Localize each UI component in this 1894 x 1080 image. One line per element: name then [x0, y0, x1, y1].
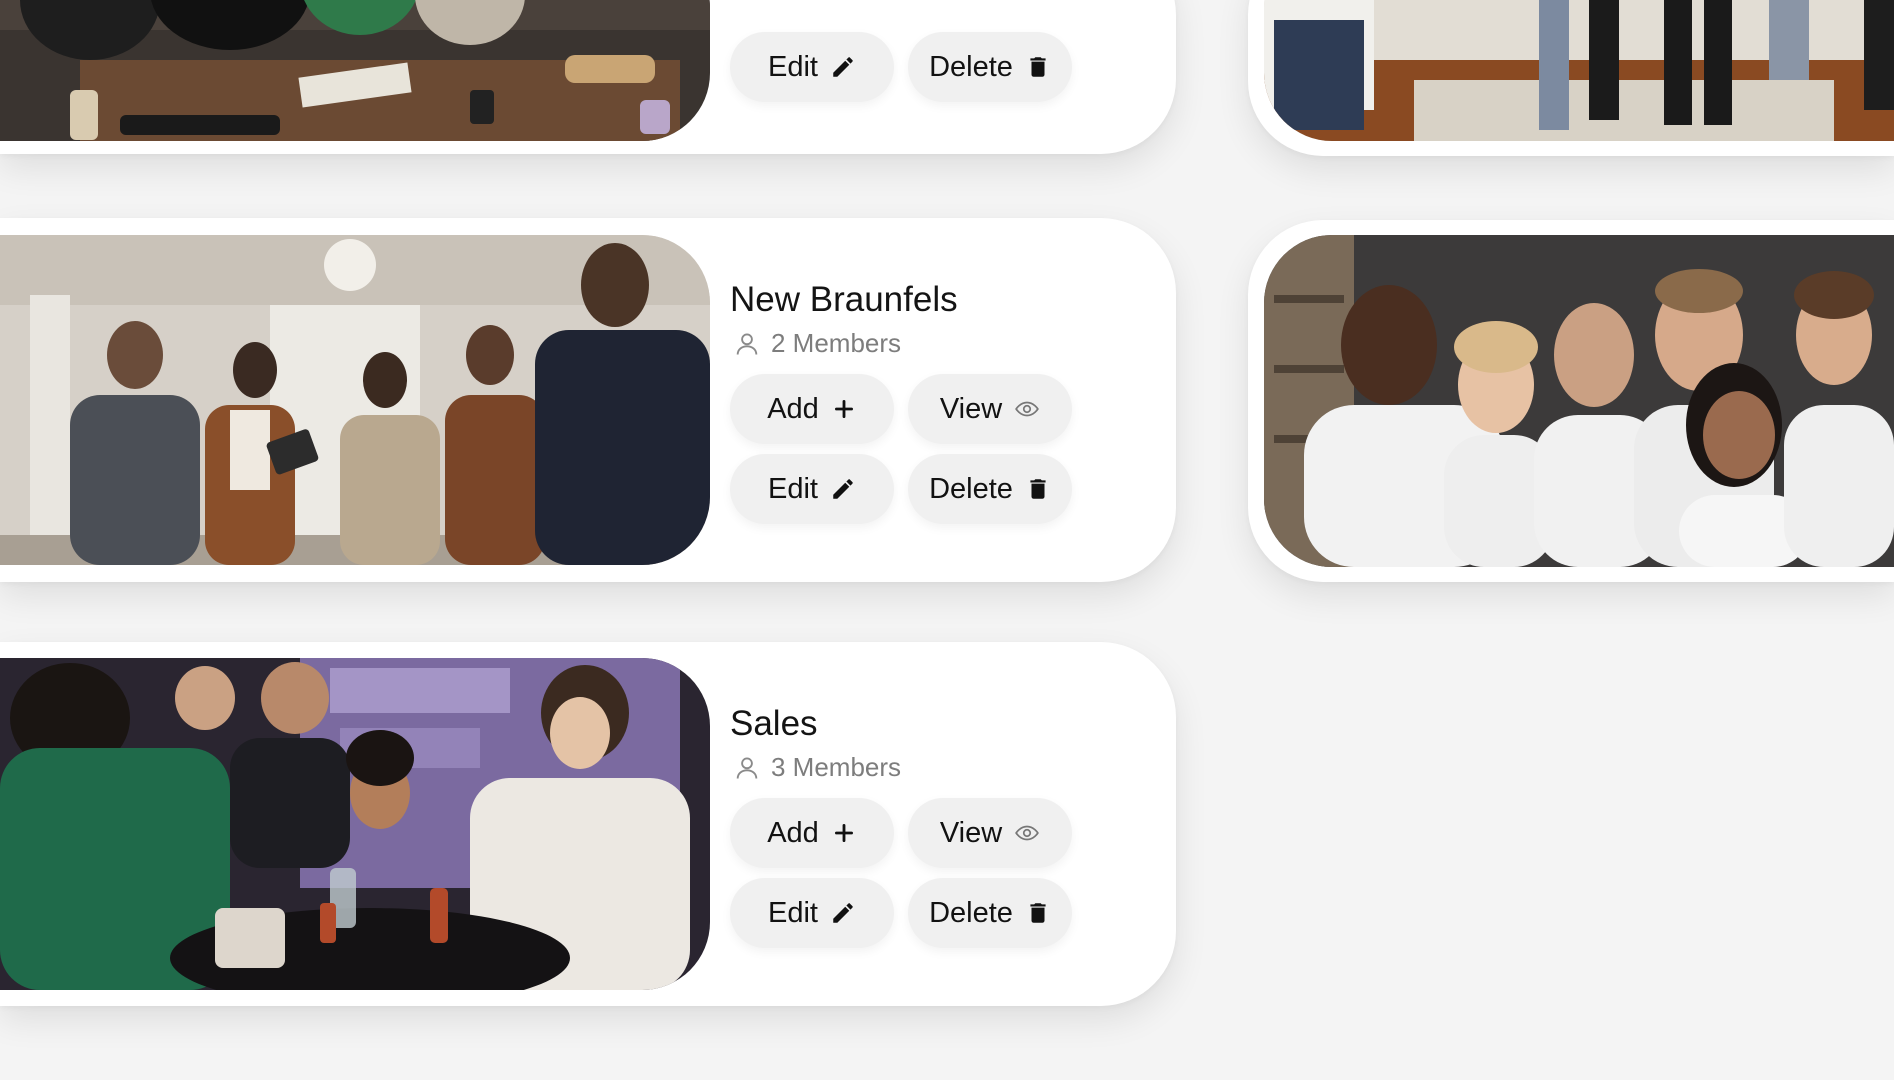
group-card: Edit Delete	[0, 0, 1176, 154]
add-button-label: Add	[767, 816, 819, 849]
delete-button-label: Delete	[929, 896, 1013, 929]
group-photo	[1264, 235, 1894, 567]
pencil-icon	[833, 479, 853, 499]
group-photo-image	[0, 235, 710, 565]
eye-icon	[1015, 401, 1040, 417]
edit-button-label: Edit	[768, 472, 818, 505]
member-count-label: 2 Members	[771, 328, 902, 358]
member-count-label: 3 Members	[771, 752, 902, 782]
member-count: 3 Members	[733, 752, 901, 783]
group-photo-image	[1264, 235, 1894, 567]
pencil-icon	[833, 903, 853, 923]
view-button-label: View	[939, 816, 1003, 849]
group-photo	[0, 0, 710, 141]
delete-button[interactable]: Delete	[908, 454, 1072, 524]
delete-button-label: Delete	[929, 50, 1013, 83]
group-photo-image	[1264, 0, 1894, 141]
add-button[interactable]: Add	[730, 798, 894, 868]
add-button[interactable]: Add	[730, 374, 894, 444]
user-icon	[736, 757, 758, 779]
group-photo	[1264, 0, 1894, 141]
edit-button[interactable]: Edit	[730, 878, 894, 948]
user-icon	[736, 333, 758, 355]
group-name: Sales	[730, 704, 818, 743]
edit-button-label: Edit	[768, 896, 818, 929]
group-card	[1248, 220, 1894, 582]
trash-icon	[1030, 479, 1046, 499]
view-button-label: View	[939, 392, 1003, 425]
delete-button-label: Delete	[929, 472, 1013, 505]
group-name: New Braunfels	[730, 280, 958, 319]
group-photo	[0, 235, 710, 565]
eye-icon	[1015, 825, 1040, 841]
edit-button[interactable]: Edit	[730, 32, 894, 102]
plus-icon	[834, 400, 853, 418]
pencil-icon	[833, 57, 853, 77]
plus-icon	[834, 824, 853, 842]
add-button-label: Add	[767, 392, 819, 425]
member-count: 2 Members	[733, 328, 901, 359]
group-card: Sales 3 Members Add View Edit Delete	[0, 642, 1176, 1006]
view-button[interactable]: View	[908, 374, 1072, 444]
group-card: New Braunfels 2 Members Add View Edit De…	[0, 218, 1176, 582]
delete-button[interactable]: Delete	[908, 32, 1072, 102]
trash-icon	[1030, 57, 1046, 77]
group-photo	[0, 658, 710, 990]
group-photo-image	[0, 658, 710, 990]
edit-button-label: Edit	[768, 50, 818, 83]
edit-button[interactable]: Edit	[730, 454, 894, 524]
view-button[interactable]: View	[908, 798, 1072, 868]
group-photo-image	[0, 0, 710, 141]
delete-button[interactable]: Delete	[908, 878, 1072, 948]
group-card	[1248, 0, 1894, 156]
trash-icon	[1030, 903, 1046, 923]
